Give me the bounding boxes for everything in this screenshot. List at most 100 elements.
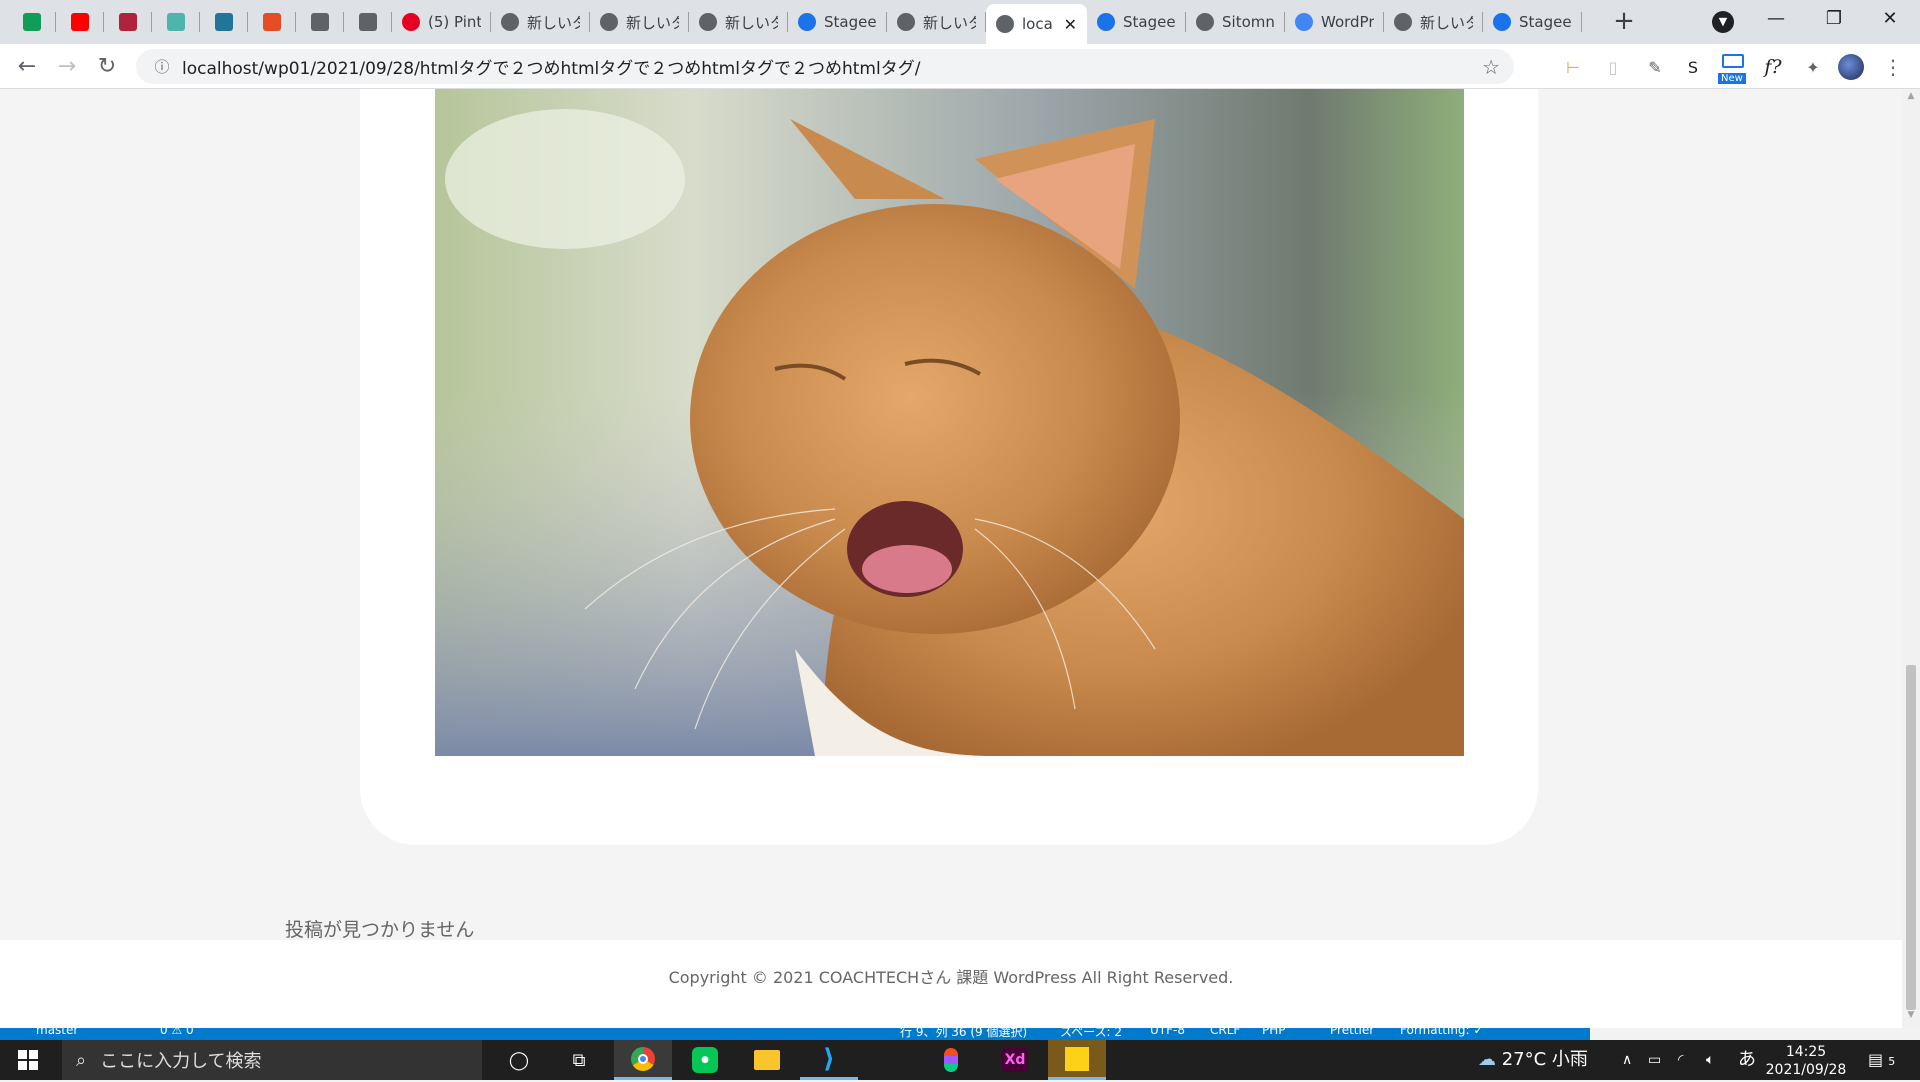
- close-tab-icon[interactable]: ✕: [1064, 15, 1077, 34]
- tab-search-icon[interactable]: ▼: [1712, 11, 1734, 33]
- forward-icon[interactable]: →: [52, 52, 82, 82]
- browser-tab[interactable]: [104, 0, 152, 44]
- figma-icon[interactable]: [922, 1040, 980, 1080]
- adobe-xd-icon[interactable]: Xd: [986, 1040, 1044, 1080]
- battery-icon[interactable]: ▭: [1648, 1040, 1661, 1080]
- file-explorer-icon[interactable]: [738, 1040, 796, 1080]
- extension-pen-icon[interactable]: ✎: [1642, 54, 1668, 80]
- reload-icon[interactable]: ↻: [92, 52, 122, 82]
- tab-title: 新しいタ: [626, 13, 679, 32]
- address-url[interactable]: localhost/wp01/2021/09/28/htmlタグで２つめhtml…: [182, 54, 920, 79]
- back-icon[interactable]: ←: [12, 52, 42, 82]
- sticky-notes-icon[interactable]: [1048, 1040, 1106, 1080]
- browser-tab[interactable]: Stagee: [788, 0, 887, 44]
- browser-tab[interactable]: [296, 0, 344, 44]
- browser-tab[interactable]: 新しいタ: [887, 0, 986, 44]
- globe-icon: [699, 13, 717, 31]
- wifi-icon[interactable]: ◜: [1678, 1040, 1683, 1080]
- status-prettier[interactable]: Prettier: [1330, 1028, 1374, 1037]
- status-language[interactable]: PHP: [1262, 1028, 1286, 1037]
- extension-new-icon[interactable]: New: [1718, 54, 1748, 84]
- chrome-logo: [631, 1046, 655, 1071]
- status-branch[interactable]: master: [36, 1028, 78, 1037]
- scroll-down-icon[interactable]: ▼: [1902, 1010, 1920, 1026]
- minimize-icon[interactable]: —: [1748, 0, 1804, 38]
- browser-tab[interactable]: Stagee: [1087, 0, 1186, 44]
- profile-avatar[interactable]: [1838, 54, 1864, 80]
- status-encoding[interactable]: UTF-8: [1150, 1028, 1185, 1037]
- clock-time: 14:25: [1785, 1044, 1827, 1060]
- browser-tab[interactable]: [152, 0, 200, 44]
- ime-indicator[interactable]: あ: [1738, 1040, 1756, 1080]
- task-view-icon[interactable]: ⧉: [550, 1040, 608, 1080]
- figma-logo: [944, 1048, 958, 1072]
- scroll-up-icon[interactable]: ▲: [1902, 91, 1920, 107]
- status-indent[interactable]: スペース: 2: [1060, 1028, 1122, 1040]
- browser-tab[interactable]: Stagee: [1483, 0, 1582, 44]
- globe-icon: [600, 13, 618, 31]
- browser-tab[interactable]: 新しいタ: [689, 0, 788, 44]
- maximize-icon[interactable]: ❐: [1806, 0, 1862, 38]
- cortana-icon[interactable]: ◯: [490, 1040, 548, 1080]
- site-info-icon[interactable]: ⓘ: [148, 56, 176, 77]
- address-bar[interactable]: ⓘ localhost/wp01/2021/09/28/htmlタグで２つめht…: [136, 49, 1514, 84]
- scrollbar-thumb[interactable]: [1906, 665, 1916, 1010]
- footer-copyright: Copyright © 2021 COACHTECHさん 課題 WordPres…: [668, 968, 1234, 987]
- browser-tab[interactable]: 新しいタ: [491, 0, 590, 44]
- tab-title: Stagee: [1123, 13, 1176, 31]
- browser-tab[interactable]: [8, 0, 56, 44]
- extensions-puzzle-icon[interactable]: ✦: [1800, 54, 1826, 80]
- browser-tab[interactable]: Sitomn: [1186, 0, 1285, 44]
- windows-start-icon[interactable]: [0, 1040, 56, 1080]
- pinterest-icon: [402, 13, 420, 31]
- tray-chevron-icon[interactable]: ∧: [1622, 1040, 1632, 1080]
- stagee-icon: [1493, 13, 1511, 31]
- chrome-center: [638, 1053, 648, 1064]
- browser-tab[interactable]: [200, 0, 248, 44]
- browser-tab[interactable]: 新しいタ: [590, 0, 689, 44]
- weather-cloud-icon: ☁: [1478, 1049, 1496, 1070]
- browser-tab[interactable]: (5) Pint: [392, 0, 491, 44]
- notification-glyph: ▤: [1868, 1050, 1884, 1069]
- volume-icon[interactable]: 🔈︎: [1706, 1040, 1714, 1080]
- line-icon[interactable]: ●: [676, 1040, 734, 1080]
- bookmark-extension-icon[interactable]: ▯: [1600, 54, 1626, 80]
- wordpress-icon: [215, 13, 233, 31]
- browser-menu-icon[interactable]: ⋮: [1880, 54, 1906, 80]
- browser-tab[interactable]: [344, 0, 392, 44]
- globe-icon: [996, 15, 1014, 33]
- extension-bracket-icon[interactable]: ⊢: [1560, 54, 1586, 80]
- status-cursor[interactable]: 行 9、列 36 (9 個選択): [900, 1028, 1027, 1040]
- bookmark-star-icon[interactable]: ☆: [1482, 55, 1500, 79]
- status-eol[interactable]: CRLF: [1210, 1028, 1240, 1037]
- windows-taskbar: ⌕ ここに入力して検索 ◯ ⧉ ● ⟩ Xd ☁ 27°C 小雨 ∧ ▭ ◜ 🔈…: [0, 1040, 1920, 1080]
- browser-tab[interactable]: [56, 0, 104, 44]
- stagee-icon: [798, 13, 816, 31]
- extension-s-icon[interactable]: S: [1680, 54, 1706, 80]
- extension-fx-icon[interactable]: f?: [1760, 54, 1786, 80]
- weather-widget[interactable]: ☁ 27°C 小雨: [1478, 1040, 1588, 1080]
- page-scrollbar[interactable]: ▲ ▼: [1902, 89, 1920, 1028]
- weather-text: 27°C 小雨: [1501, 1049, 1588, 1070]
- tab-title: Sitomn: [1222, 13, 1275, 31]
- new-tab-button[interactable]: +: [1610, 8, 1638, 36]
- browser-tab[interactable]: WordPr: [1285, 0, 1384, 44]
- status-problems[interactable]: 0 ⚠ 0: [160, 1028, 194, 1037]
- close-window-icon[interactable]: ✕: [1862, 0, 1918, 38]
- browser-tab[interactable]: [248, 0, 296, 44]
- vscode-icon[interactable]: ⟩: [800, 1040, 858, 1080]
- browser-tab[interactable]: 新しいタ: [1384, 0, 1483, 44]
- vscode-logo: ⟩: [823, 1043, 835, 1074]
- globe-icon: [359, 13, 377, 31]
- taskbar-clock[interactable]: 14:25 2021/09/28: [1758, 1043, 1854, 1079]
- google-sheets-icon: [23, 13, 41, 31]
- notification-center-icon[interactable]: ▤ 5: [1868, 1040, 1895, 1080]
- youtube-icon: [71, 13, 89, 31]
- tab-title: 新しいタ: [923, 13, 976, 32]
- app-icon: [119, 13, 137, 31]
- status-formatting[interactable]: Formatting: ✓: [1400, 1028, 1483, 1037]
- chrome-icon[interactable]: [614, 1040, 672, 1080]
- tab-active[interactable]: loca ✕: [986, 4, 1087, 44]
- taskbar-search-box[interactable]: ⌕ ここに入力して検索: [62, 1040, 482, 1080]
- globe-icon: [311, 13, 329, 31]
